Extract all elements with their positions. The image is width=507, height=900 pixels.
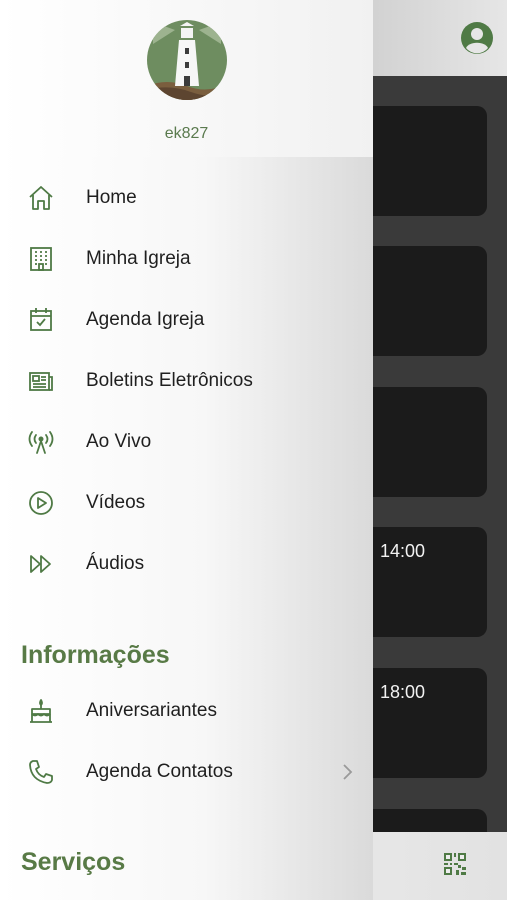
menu-item-label: Boletins Eletrônicos	[86, 370, 253, 391]
calendar-check-icon	[27, 306, 55, 334]
account-icon[interactable]	[461, 22, 493, 54]
menu-item-label: Aniversariantes	[86, 700, 217, 721]
building-icon	[27, 245, 55, 273]
menu-item-label: Agenda Igreja	[86, 309, 205, 330]
cake-icon	[27, 697, 55, 725]
home-icon	[27, 184, 55, 212]
menu-item-ao-vivo[interactable]: Ao Vivo	[0, 414, 373, 470]
menu-item-agenda-igreja[interactable]: Agenda Igreja	[0, 292, 373, 348]
navigation-drawer: ek827 Home Minha Igreja Agenda Igreja Bo…	[0, 0, 373, 900]
menu-item-label: Áudios	[86, 553, 145, 574]
fast-forward-icon	[27, 550, 55, 578]
menu-item-agenda-contatos[interactable]: Agenda Contatos	[0, 744, 373, 800]
newspaper-icon	[27, 367, 55, 395]
menu-item-audios[interactable]: Áudios	[0, 536, 373, 592]
play-circle-icon	[27, 489, 55, 517]
section-servicos-title: Serviços	[21, 848, 126, 876]
username: ek827	[164, 125, 209, 142]
chevron-right-icon	[340, 762, 356, 782]
menu-item-minha-igreja[interactable]: Minha Igreja	[0, 231, 373, 287]
menu-item-videos[interactable]: Vídeos	[0, 475, 373, 531]
menu-item-label: Ao Vivo	[86, 431, 152, 452]
menu-item-aniversariantes[interactable]: Aniversariantes	[0, 683, 373, 739]
menu-item-label: Home	[86, 187, 137, 208]
phone-icon	[27, 758, 55, 786]
menu-item-label: Vídeos	[86, 492, 146, 513]
qr-code-icon[interactable]	[444, 853, 466, 875]
drawer-profile-header: ek827	[0, 0, 373, 157]
broadcast-icon	[27, 428, 55, 456]
event-time: 18:00	[380, 682, 426, 702]
lighthouse-logo	[147, 20, 227, 100]
menu-item-label: Agenda Contatos	[86, 761, 233, 782]
menu-item-home[interactable]: Home	[0, 170, 373, 226]
event-time: 14:00	[380, 541, 426, 561]
menu-item-boletins[interactable]: Boletins Eletrônicos	[0, 353, 373, 409]
section-informacoes-title: Informações	[21, 641, 170, 669]
menu-item-label: Minha Igreja	[86, 248, 191, 269]
